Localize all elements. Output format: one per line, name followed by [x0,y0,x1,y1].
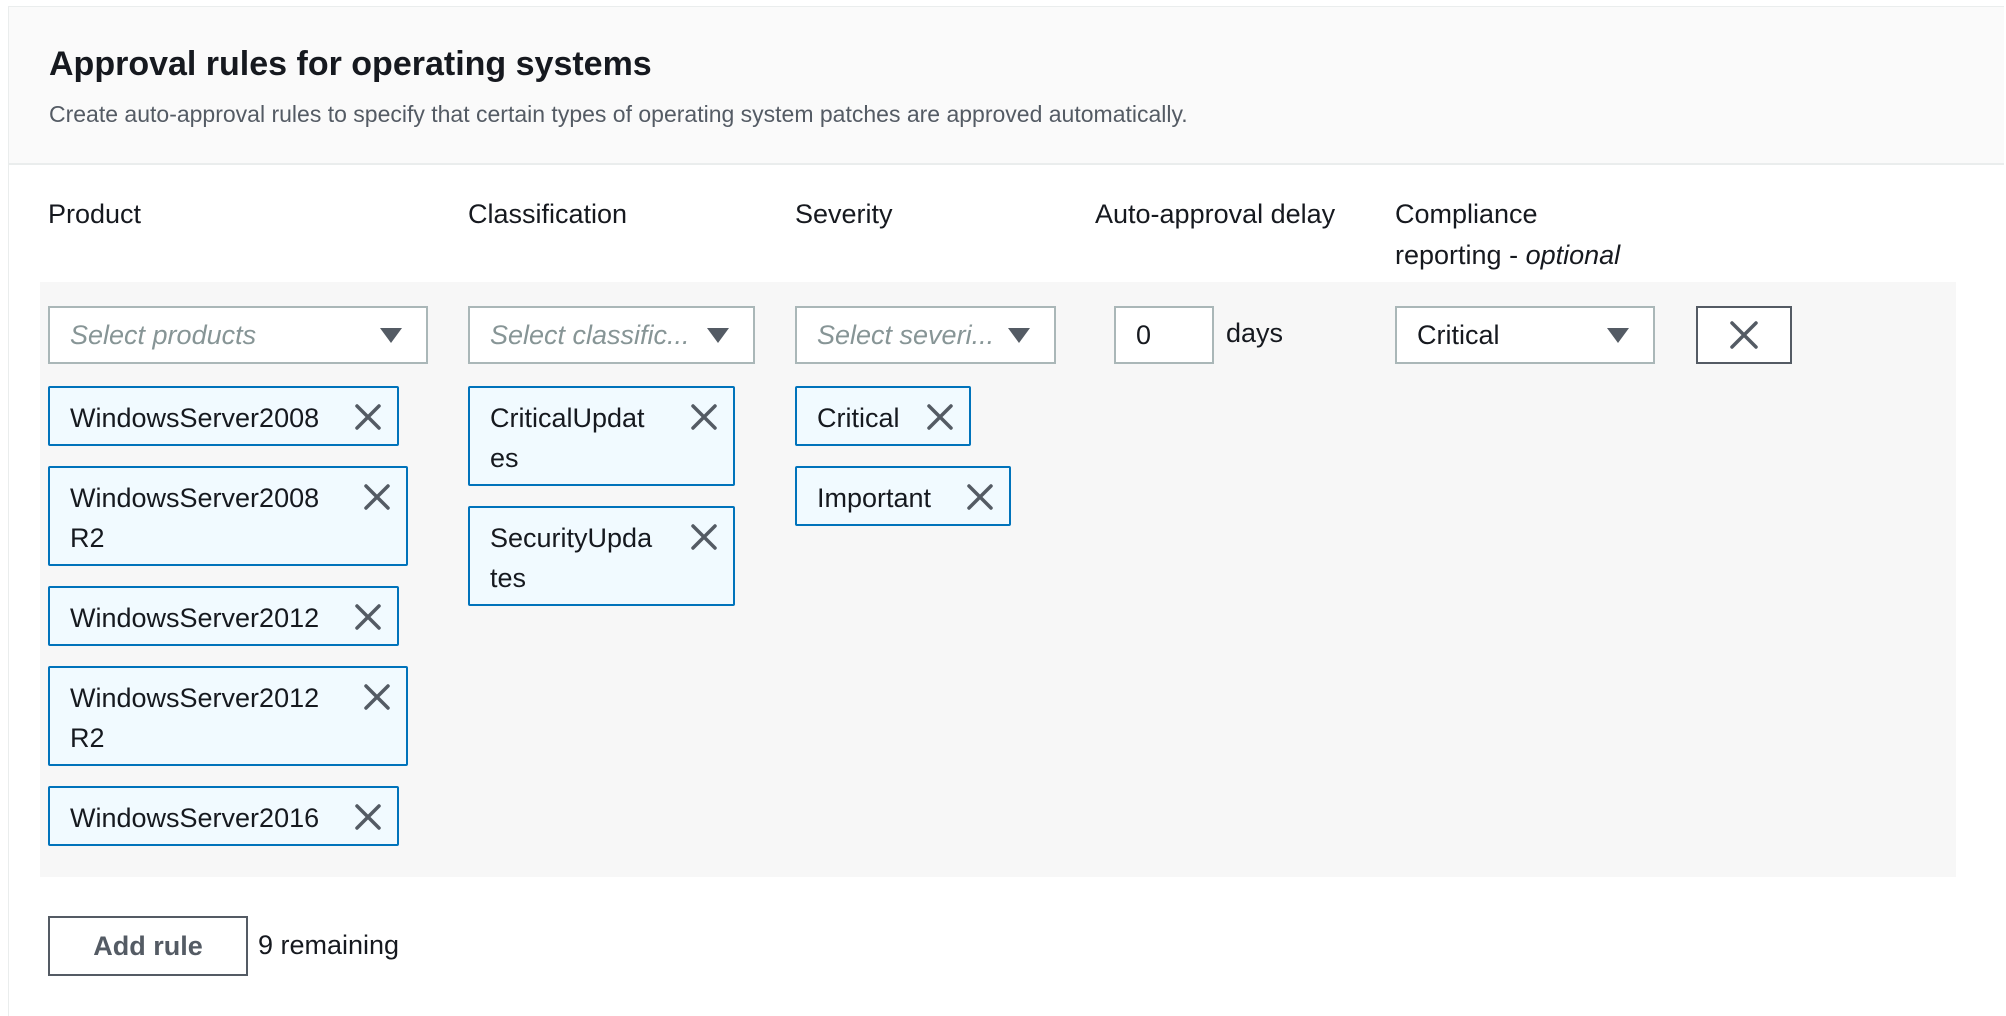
compliance-header-line1: Compliance [1395,199,1538,229]
product-token: WindowsServer2008 [48,386,399,446]
token-label-line2: es [490,443,519,473]
column-header-compliance-reporting: Compliance reporting - optional [1395,194,1620,276]
classification-select-placeholder: Select classific... [490,319,690,350]
column-header-product: Product [48,199,142,229]
auto-approval-delay-input[interactable]: 0 [1114,306,1214,364]
token-label: WindowsServer2012 [70,603,320,633]
token-label-line2: R2 [70,523,105,553]
severity-token: Critical [795,386,971,446]
product-token: WindowsServer2008 R2 [48,466,408,566]
chevron-down-icon [380,328,402,343]
close-icon[interactable] [689,522,719,552]
panel-description: Create auto-approval rules to specify th… [49,101,1188,127]
close-icon[interactable] [362,682,392,712]
close-icon[interactable] [353,402,383,432]
close-icon[interactable] [689,402,719,432]
delay-unit-label: days [1226,318,1284,348]
classification-token: SecurityUpda tes [468,506,735,606]
compliance-reporting-select[interactable]: Critical [1395,306,1655,364]
token-label: WindowsServer2016 [70,803,320,833]
close-icon[interactable] [353,602,383,632]
token-label: Important [817,483,932,513]
close-icon [1730,321,1758,349]
product-token: WindowsServer2016 [48,786,399,846]
product-select[interactable]: Select products [48,306,428,364]
token-label: Critical [817,403,900,433]
token-label-line1: CriticalUpdat [490,403,645,433]
compliance-header-optional: optional [1525,240,1621,270]
product-select-placeholder: Select products [70,319,257,350]
token-label-line1: WindowsServer2012 [70,683,320,713]
classification-select[interactable]: Select classific... [468,306,755,364]
panel-header: Approval rules for operating systems Cre… [9,7,2004,165]
severity-select[interactable]: Select severi... [795,306,1056,364]
chevron-down-icon [1008,328,1030,343]
token-label-line1: WindowsServer2008 [70,483,320,513]
remaining-count: 9 remaining [258,930,400,960]
chevron-down-icon [707,328,729,343]
column-header-auto-approval-delay: Auto-approval delay [1095,199,1336,229]
token-label-line2: tes [490,563,527,593]
token-label: WindowsServer2008 [70,403,320,433]
close-icon[interactable] [353,802,383,832]
classification-token: CriticalUpdat es [468,386,735,486]
close-icon[interactable] [925,402,955,432]
token-label-line2: R2 [70,723,105,753]
severity-select-placeholder: Select severi... [817,319,995,350]
compliance-header-line2: reporting - optional [1395,235,1620,276]
severity-token: Important [795,466,1011,526]
panel-title: Approval rules for operating systems [49,45,652,83]
add-rule-button[interactable]: Add rule [48,916,248,976]
product-token: WindowsServer2012 R2 [48,666,408,766]
token-label-line1: SecurityUpda [490,523,653,553]
close-icon[interactable] [965,482,995,512]
column-header-severity: Severity [795,199,893,229]
chevron-down-icon [1607,328,1629,343]
product-token: WindowsServer2012 [48,586,399,646]
remove-rule-button[interactable] [1696,306,1792,364]
compliance-header-reporting: reporting - [1395,240,1526,270]
compliance-reporting-value: Critical [1417,319,1500,350]
column-header-classification: Classification [468,199,628,229]
close-icon[interactable] [362,482,392,512]
